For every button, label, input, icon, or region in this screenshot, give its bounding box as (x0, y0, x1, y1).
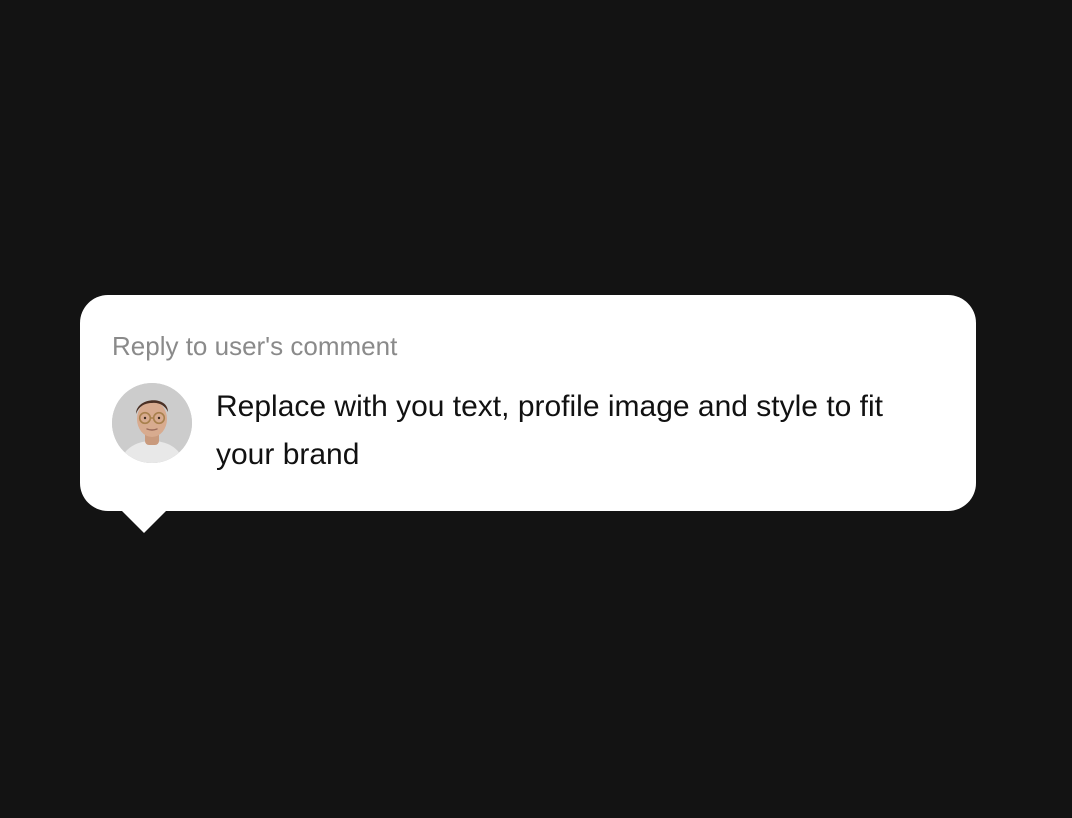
speech-bubble-tail (121, 510, 167, 533)
comment-bubble: Reply to user's comment Replace with you… (80, 295, 976, 511)
reply-label: Reply to user's comment (112, 331, 398, 361)
avatar (112, 383, 192, 463)
comment-text: Replace with you text, profile image and… (216, 390, 884, 471)
profile-avatar-icon (112, 383, 192, 463)
canvas: Reply to user's comment Replace with you… (0, 0, 1072, 818)
